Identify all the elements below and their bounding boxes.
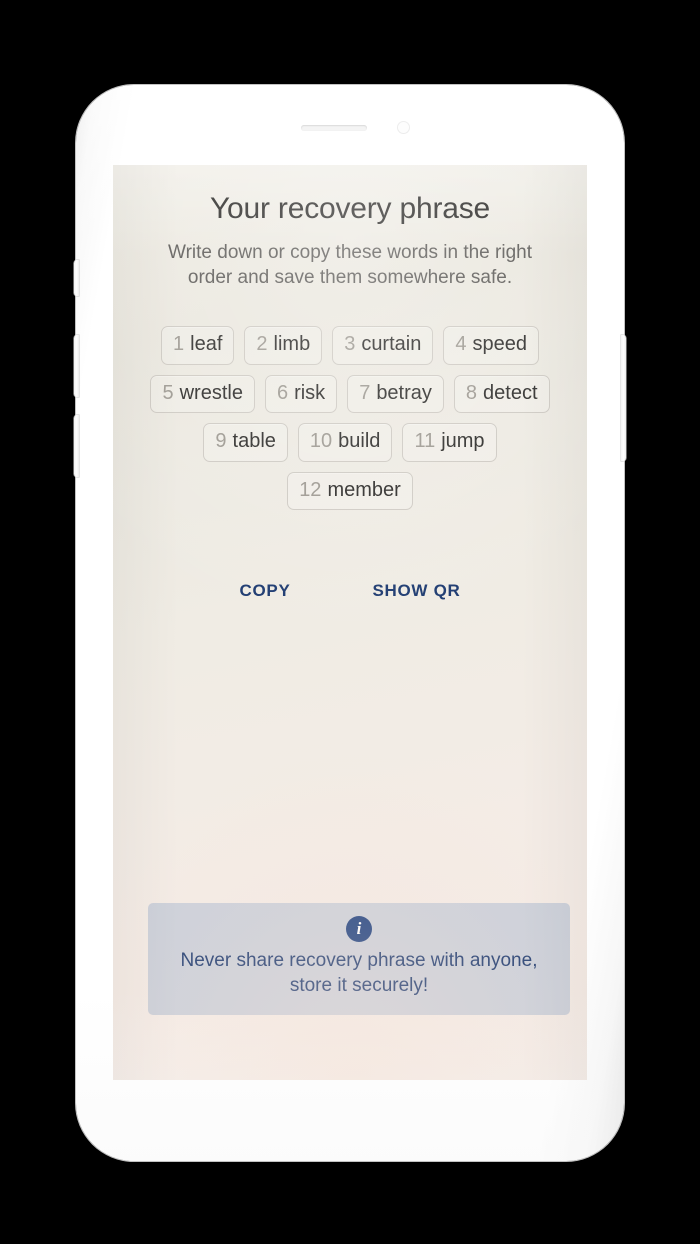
volume-down-button[interactable] bbox=[74, 415, 79, 477]
word-chip[interactable]: 5 wrestle bbox=[150, 374, 255, 414]
word-chip[interactable]: 10 build bbox=[297, 423, 393, 462]
word-index: 1 bbox=[173, 333, 185, 356]
word-index: 8 bbox=[465, 381, 478, 404]
page-subtitle: Write down or copy these words in the ri… bbox=[168, 241, 532, 288]
word-chip[interactable]: 6 risk bbox=[264, 374, 338, 414]
word-chip[interactable]: 7 betray bbox=[347, 374, 444, 414]
word-text: detect bbox=[483, 381, 538, 404]
earpiece-speaker-icon bbox=[301, 125, 367, 131]
phone-device: Your recovery phrase Write down or copy … bbox=[74, 85, 626, 1161]
word-index: 11 bbox=[414, 430, 436, 453]
word-text: table bbox=[232, 430, 276, 453]
word-text: risk bbox=[294, 381, 326, 404]
word-chip[interactable]: 12 member bbox=[287, 471, 413, 511]
phone-screen: Your recovery phrase Write down or copy … bbox=[113, 165, 587, 1080]
recovery-words-list: 1 leaf 2 limb 3 curtain 4 speed 5 wrestl… bbox=[146, 290, 554, 511]
word-index: 10 bbox=[309, 430, 333, 453]
action-row: COPY SHOW QR bbox=[127, 510, 573, 604]
word-index: 9 bbox=[215, 430, 227, 453]
info-banner-text: Never share recovery phrase with anyone,… bbox=[180, 950, 538, 997]
word-index: 3 bbox=[344, 333, 356, 356]
word-index: 2 bbox=[256, 333, 268, 356]
word-index: 7 bbox=[359, 381, 371, 404]
show-qr-button[interactable]: SHOW QR bbox=[370, 578, 462, 604]
mute-switch-button[interactable] bbox=[74, 260, 79, 296]
word-text: member bbox=[327, 478, 401, 501]
word-chip[interactable]: 4 speed bbox=[443, 326, 539, 365]
word-chip[interactable]: 9 table bbox=[203, 423, 288, 462]
word-text: wrestle bbox=[179, 381, 243, 404]
power-button[interactable] bbox=[621, 335, 626, 461]
page-title: Your recovery phrase bbox=[209, 192, 491, 225]
volume-up-button[interactable] bbox=[74, 335, 79, 397]
word-chip[interactable]: 11 jump bbox=[402, 423, 497, 462]
word-index: 4 bbox=[455, 333, 467, 356]
word-text: curtain bbox=[361, 333, 422, 356]
word-index: 12 bbox=[299, 478, 322, 501]
word-text: build bbox=[338, 430, 381, 453]
info-banner: i Never share recovery phrase with anyon… bbox=[148, 903, 570, 1015]
word-text: jump bbox=[441, 430, 485, 453]
word-text: betray bbox=[376, 381, 432, 404]
word-text: speed bbox=[472, 333, 527, 356]
info-circle-icon: i bbox=[346, 916, 372, 942]
word-chip[interactable]: 1 leaf bbox=[161, 326, 235, 365]
word-chip[interactable]: 2 limb bbox=[244, 326, 323, 365]
word-index: 6 bbox=[276, 381, 289, 404]
word-text: leaf bbox=[190, 333, 223, 356]
word-text: limb bbox=[273, 333, 311, 356]
front-camera-icon bbox=[397, 121, 410, 134]
copy-button[interactable]: COPY bbox=[238, 578, 293, 604]
word-index: 5 bbox=[162, 381, 174, 404]
word-chip[interactable]: 8 detect bbox=[453, 374, 550, 414]
word-chip[interactable]: 3 curtain bbox=[332, 326, 434, 365]
screen-content: Your recovery phrase Write down or copy … bbox=[113, 165, 587, 1080]
